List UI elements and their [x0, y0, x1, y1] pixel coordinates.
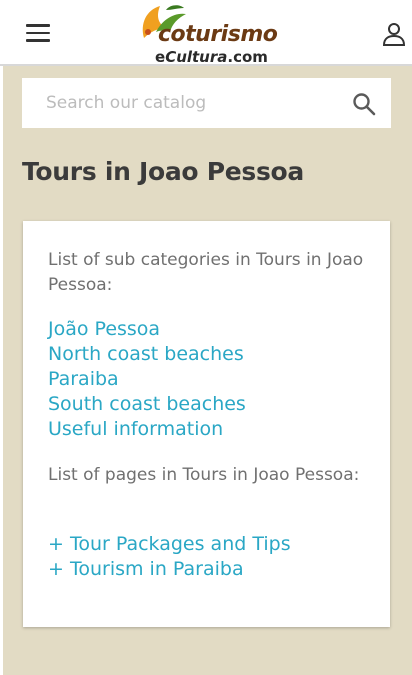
subcategory-link-paraiba[interactable]: Paraiba: [48, 367, 119, 392]
page-title: Tours in Joao Pessoa: [22, 157, 305, 186]
site-header: coturismo eCultura.com: [0, 0, 412, 66]
page-link-tourism-in-paraiba[interactable]: + Tourism in Paraiba: [48, 557, 244, 582]
hamburger-menu-icon[interactable]: [26, 24, 50, 44]
page-left-edge: [0, 66, 3, 675]
subcategory-link-south-coast-beaches[interactable]: South coast beaches: [48, 392, 246, 417]
search-bar: [22, 78, 391, 128]
subcategory-link-north-coast-beaches[interactable]: North coast beaches: [48, 342, 244, 367]
site-logo[interactable]: coturismo eCultura.com: [136, 2, 286, 66]
user-account-icon[interactable]: [381, 21, 407, 47]
subcategory-link-joao-pessoa[interactable]: João Pessoa: [48, 317, 160, 342]
subcategory-link-useful-information[interactable]: Useful information: [48, 417, 223, 442]
page-link-tour-packages[interactable]: + Tour Packages and Tips: [48, 532, 291, 557]
search-input[interactable]: [46, 90, 326, 116]
logo-text-top: coturismo: [158, 22, 278, 47]
subcategories-intro: List of sub categories in Tours in Joao …: [48, 250, 364, 295]
logo-text-bottom: eCultura.com: [155, 48, 268, 66]
category-card: List of sub categories in Tours in Joao …: [23, 221, 390, 627]
pages-intro: List of pages in Tours in Joao Pessoa:: [48, 465, 360, 485]
search-icon[interactable]: [352, 92, 376, 116]
